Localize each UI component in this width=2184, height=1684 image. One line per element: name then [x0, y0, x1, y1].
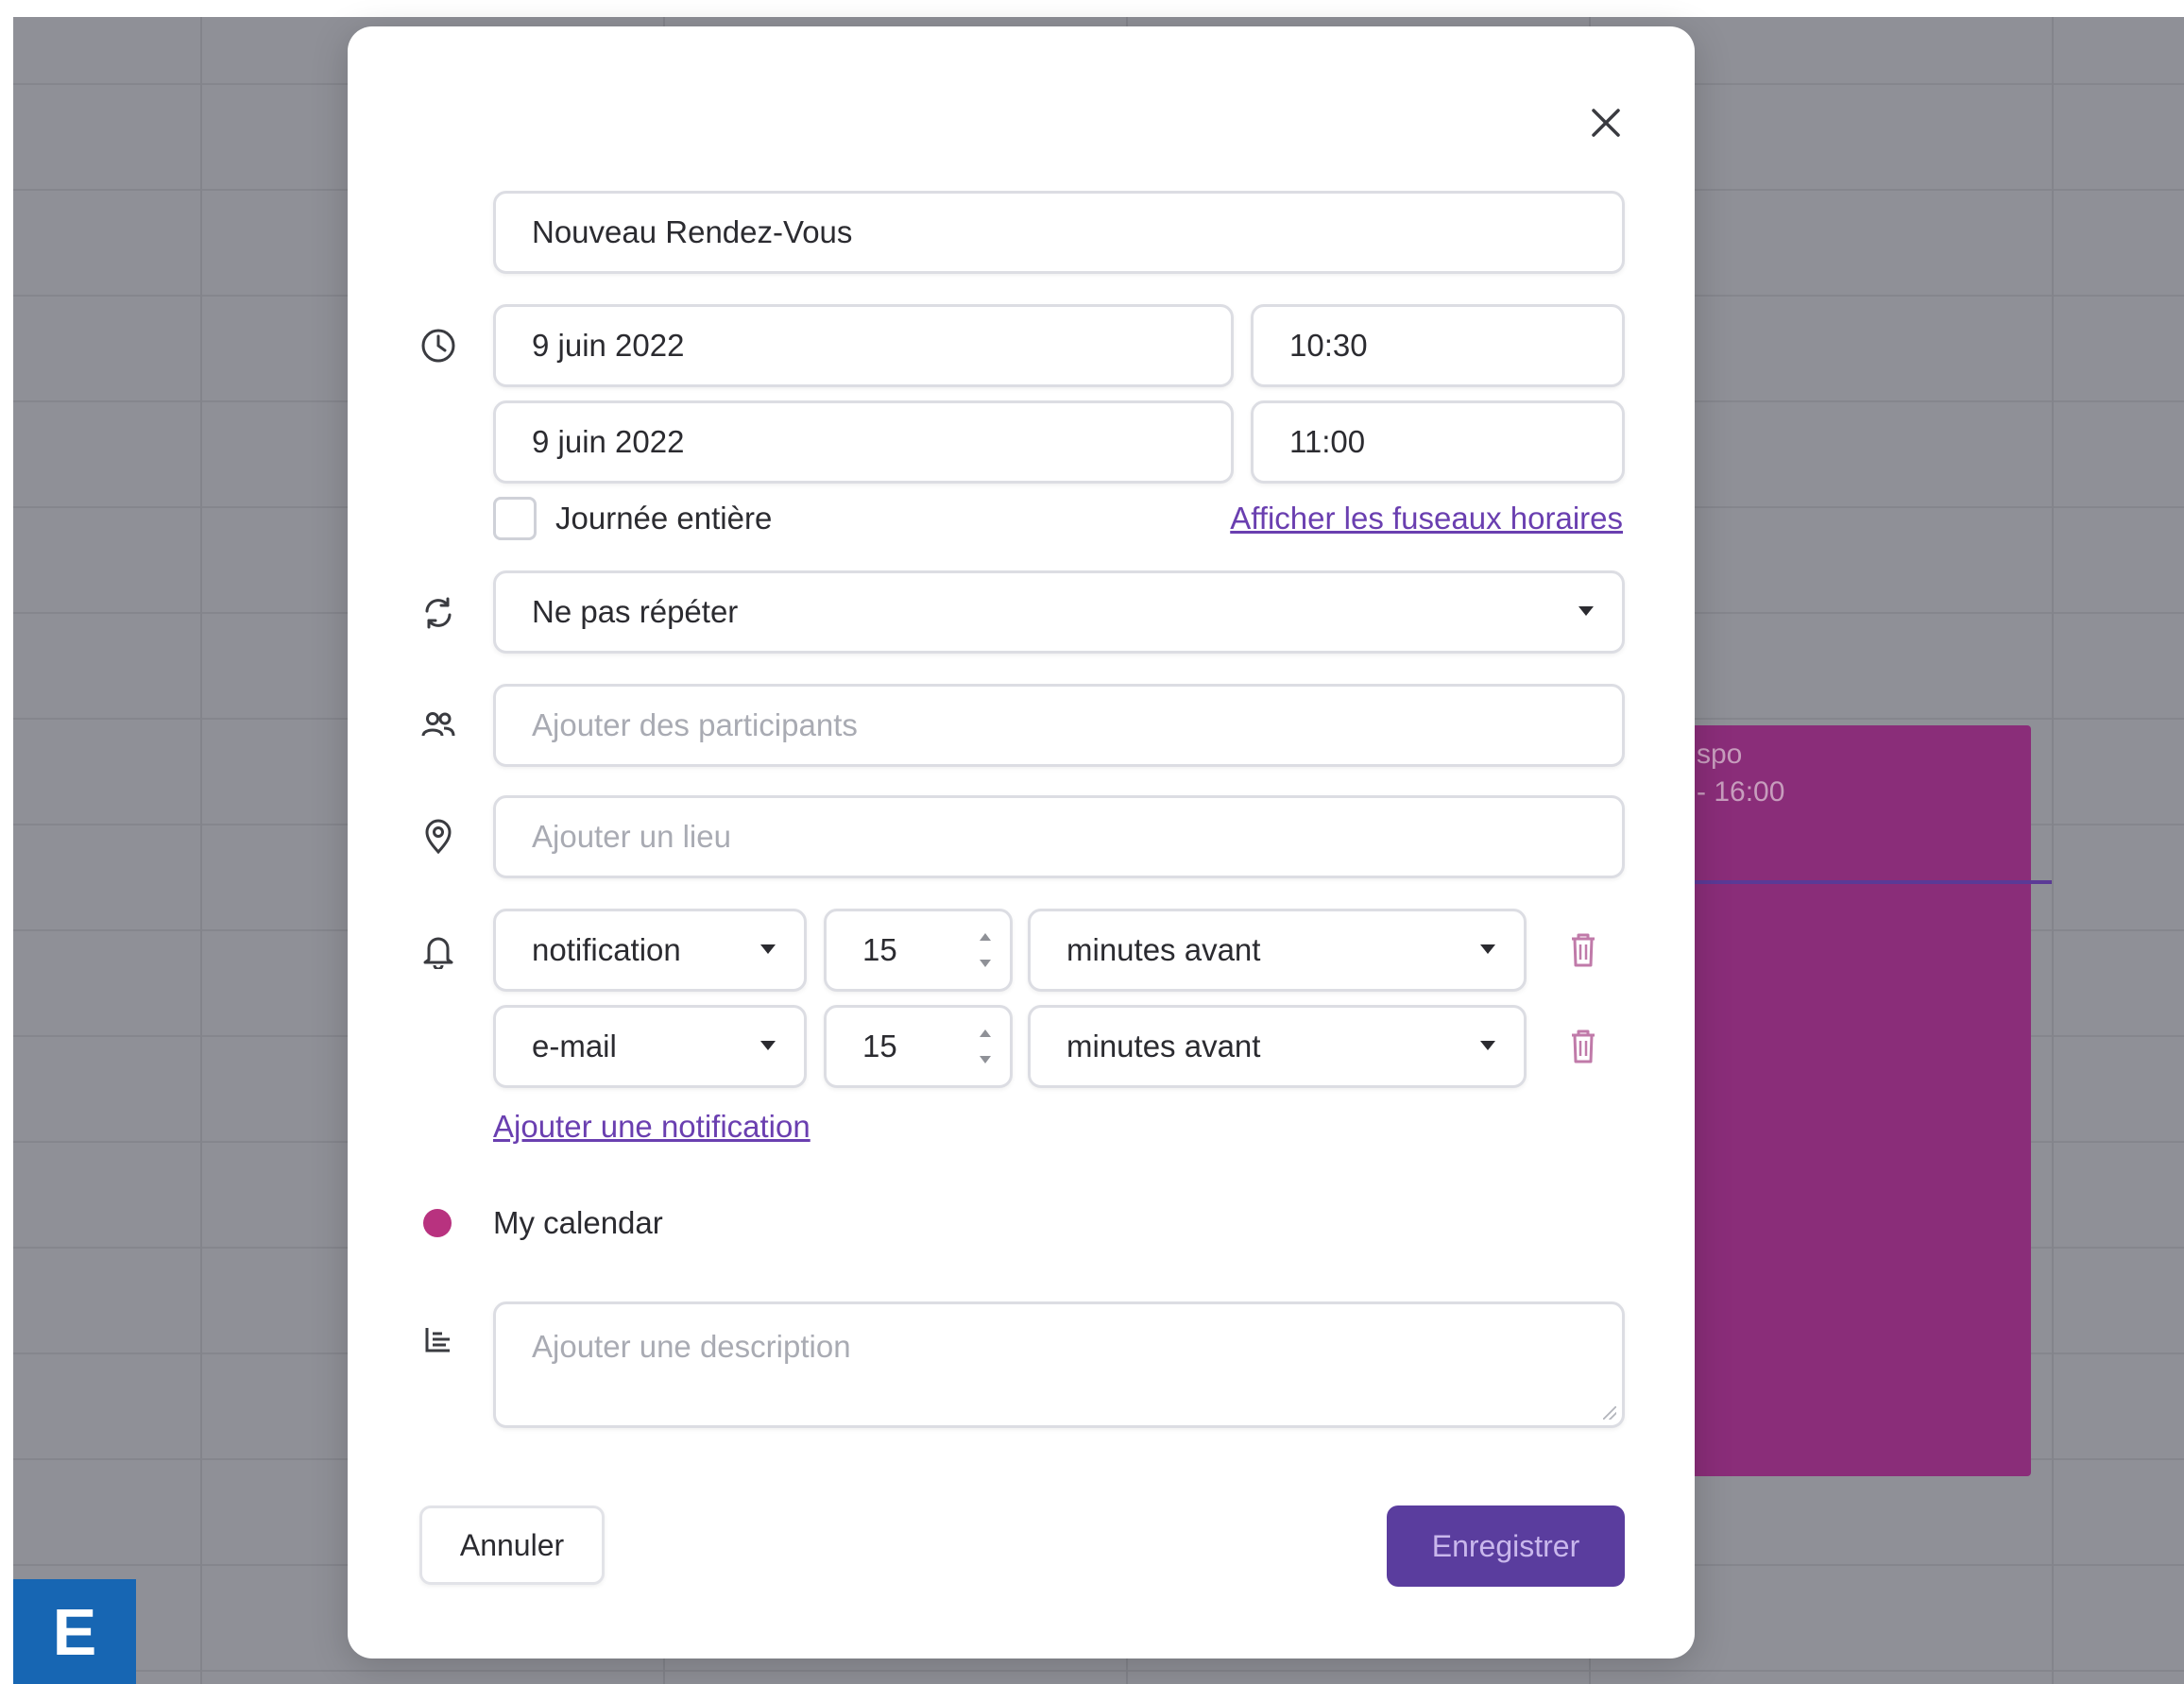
chevron-down-icon	[1578, 606, 1594, 616]
save-button[interactable]: Enregistrer	[1387, 1505, 1625, 1587]
location-input[interactable]: Ajouter un lieu	[493, 795, 1625, 878]
chevron-down-icon	[1480, 944, 1495, 954]
chevron-down-icon	[1480, 1041, 1495, 1050]
calendar-name[interactable]: My calendar	[493, 1205, 663, 1241]
all-day-checkbox[interactable]	[493, 497, 537, 540]
location-placeholder: Ajouter un lieu	[532, 819, 731, 854]
cancel-button[interactable]: Annuler	[419, 1505, 605, 1585]
participants-placeholder: Ajouter des participants	[532, 707, 858, 742]
start-time-field[interactable]: 10:30	[1251, 304, 1625, 387]
notification-unit-select[interactable]: minutes avant	[1028, 909, 1527, 992]
email-notification-unit-select[interactable]: minutes avant	[1028, 1005, 1527, 1088]
calendar-color-dot	[423, 1209, 452, 1237]
email-notification-type-select[interactable]: e-mail	[493, 1005, 807, 1088]
email-notification-amount-value: 15	[862, 1029, 897, 1063]
email-notification-amount-stepper[interactable]: 15	[824, 1005, 1013, 1088]
calendar-event[interactable]	[1681, 725, 2031, 1476]
close-button[interactable]	[1579, 96, 1632, 149]
notification-type-value: notification	[532, 932, 681, 967]
all-day-label: Journée entière	[555, 501, 773, 536]
close-icon	[1592, 109, 1620, 137]
email-notification-unit-value: minutes avant	[1066, 1029, 1261, 1063]
notification-amount-value: 15	[862, 932, 897, 967]
bell-icon	[418, 929, 459, 971]
stepper-arrows-icon[interactable]	[978, 933, 993, 967]
page-margin-left	[0, 0, 13, 1684]
description-textarea[interactable]: Ajouter une description	[493, 1301, 1625, 1428]
current-time-line	[1681, 880, 2052, 884]
resize-handle-icon[interactable]	[1603, 1406, 1616, 1420]
location-pin-icon	[418, 816, 459, 858]
title-input[interactable]: Nouveau Rendez-Vous	[493, 191, 1625, 274]
add-notification-link[interactable]: Ajouter une notification	[493, 1109, 810, 1145]
event-time: - 16:00	[1697, 776, 1785, 808]
description-icon	[418, 1318, 459, 1360]
email-notification-type-value: e-mail	[532, 1029, 617, 1063]
event-title: spo	[1697, 739, 1743, 770]
participants-input[interactable]: Ajouter des participants	[493, 684, 1625, 767]
show-timezones-link[interactable]: Afficher les fuseaux horaires	[1230, 501, 1623, 536]
notification-unit-value: minutes avant	[1066, 932, 1261, 967]
notification-type-select[interactable]: notification	[493, 909, 807, 992]
end-date-value: 9 juin 2022	[532, 424, 685, 459]
description-placeholder: Ajouter une description	[532, 1329, 851, 1364]
corner-badge: E	[13, 1579, 136, 1684]
end-date-field[interactable]: 9 juin 2022	[493, 400, 1234, 484]
repeat-icon	[418, 592, 459, 634]
start-date-value: 9 juin 2022	[532, 328, 685, 363]
start-time-value: 10:30	[1289, 328, 1368, 363]
end-time-value: 11:00	[1289, 424, 1366, 459]
trash-icon[interactable]	[1564, 929, 1602, 971]
trash-icon[interactable]	[1564, 1026, 1602, 1067]
end-time-field[interactable]: 11:00	[1251, 400, 1625, 484]
notification-amount-stepper[interactable]: 15	[824, 909, 1013, 992]
stepper-arrows-icon[interactable]	[978, 1029, 993, 1063]
repeat-select-value: Ne pas répéter	[532, 594, 739, 629]
clock-icon	[418, 325, 459, 366]
chevron-down-icon	[760, 1041, 776, 1050]
repeat-select[interactable]: Ne pas répéter	[493, 570, 1625, 654]
participants-icon	[418, 705, 459, 746]
title-input-value: Nouveau Rendez-Vous	[532, 214, 853, 249]
page-margin-top	[0, 0, 2184, 17]
chevron-down-icon	[760, 944, 776, 954]
start-date-field[interactable]: 9 juin 2022	[493, 304, 1234, 387]
